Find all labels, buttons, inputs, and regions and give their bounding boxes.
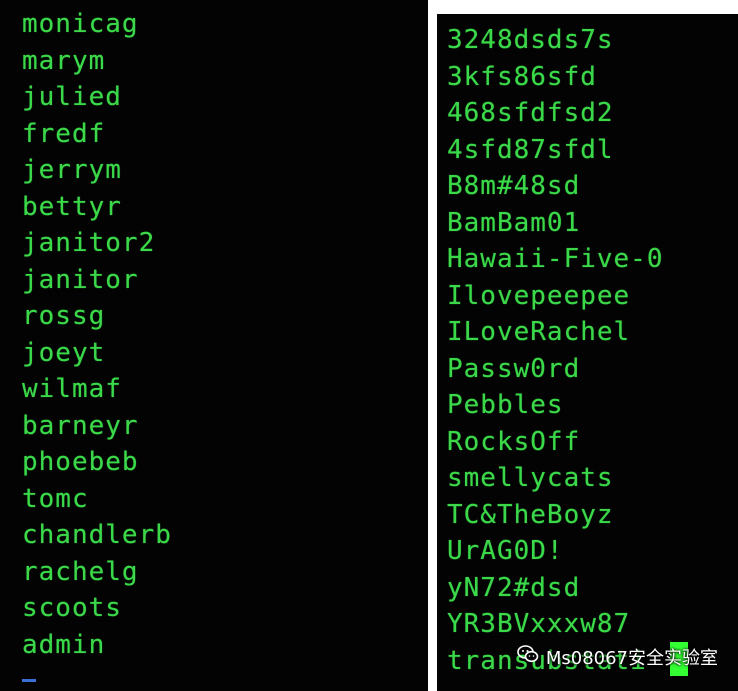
list-item: UrAG0D! [447, 536, 564, 566]
list-item: 4sfd87sfdl [447, 134, 614, 165]
watermark-text: Ms08067安全实验室 [545, 647, 718, 669]
list-item: YR3BVxxxw87 [447, 609, 631, 639]
list-item: 468sfdfsd2 [447, 98, 614, 128]
list-item: joeyt [22, 337, 106, 368]
list-item: ILoveRachel [447, 317, 631, 347]
list-item: janitor2 [22, 228, 156, 258]
list-item: scoots [22, 593, 122, 623]
list-item: yN72#dsd [447, 572, 581, 603]
list-item: Ilovepeepee [447, 280, 631, 311]
list-item: tomc [22, 483, 89, 514]
wechat-icon [516, 642, 540, 671]
list-item: fredf [22, 118, 106, 149]
list-item: julied [22, 82, 122, 112]
watermark: Ms08067安全实验室 [516, 642, 718, 671]
list-item: Hawaii-Five-0 [447, 244, 664, 274]
list-item: TC&TheBoyz [447, 499, 614, 530]
list-item: marym [22, 45, 106, 76]
list-item: rachelg [22, 556, 139, 587]
list-item: 3kfs86sfd [447, 61, 597, 92]
list-item: 3248dsds7s [447, 25, 614, 55]
list-item: janitor [22, 264, 139, 295]
passwords-terminal-panel[interactable]: 3248dsds7s 3kfs86sfd 468sfdfsd2 4sfd87sf… [437, 14, 738, 691]
list-item: barneyr [22, 410, 139, 441]
list-item: B8m#48sd [447, 171, 581, 201]
list-item: bettyr [22, 191, 122, 222]
usernames-terminal-panel: monicag marym julied fredf jerrym bettyr… [0, 0, 428, 691]
list-item: rossg [22, 301, 106, 331]
list-item: RocksOff [447, 426, 581, 457]
list-item: monicag [22, 9, 139, 39]
list-item: phoebeb [22, 447, 139, 477]
scroll-artifact [22, 679, 36, 682]
usernames-list: monicag marym julied fredf jerrym bettyr… [22, 6, 172, 663]
list-item: BamBam01 [447, 207, 581, 238]
list-item: jerrym [22, 155, 122, 185]
list-item: Passw0rd [447, 353, 581, 384]
list-item: admin [22, 629, 106, 660]
list-item: smellycats [447, 463, 614, 493]
list-item: chandlerb [22, 520, 172, 550]
passwords-list: 3248dsds7s 3kfs86sfd 468sfdfsd2 4sfd87sf… [447, 22, 664, 679]
list-item: wilmaf [22, 374, 122, 404]
list-item: Pebbles [447, 390, 564, 420]
